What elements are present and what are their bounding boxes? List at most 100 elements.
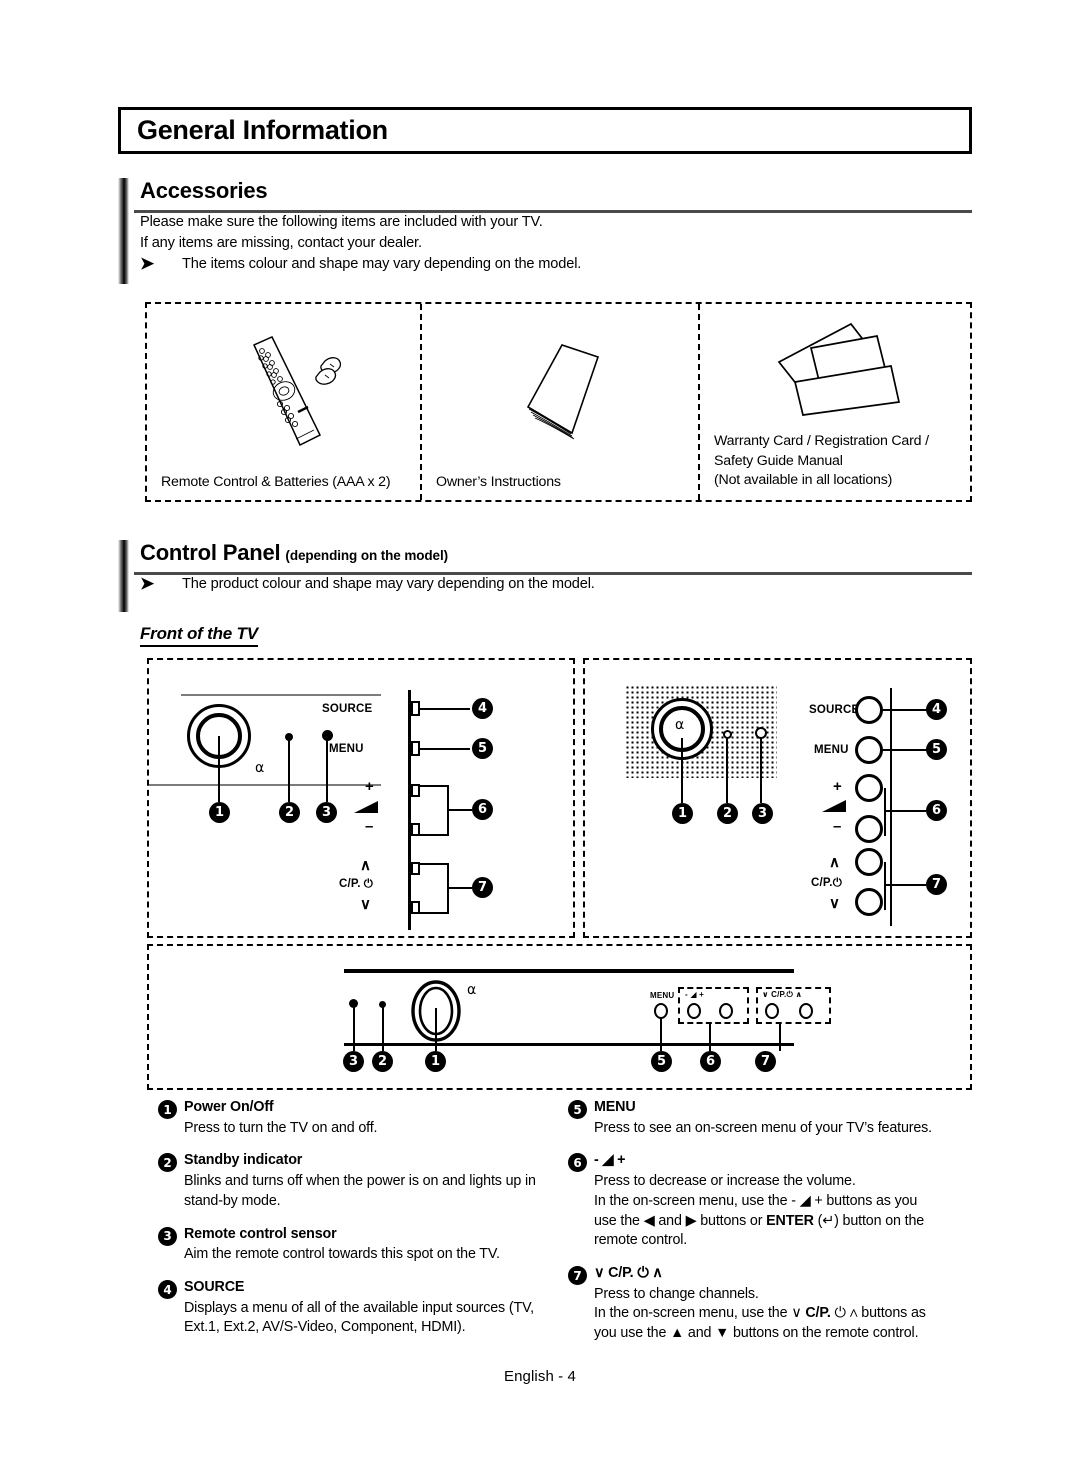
control-panel-accent-bar (118, 540, 129, 612)
button-source[interactable] (855, 696, 883, 724)
leader-line-5 (660, 1018, 662, 1051)
leader-line-3 (760, 738, 762, 803)
callout-badge-6: 6 (926, 800, 947, 821)
legend-title-menu: MENU (594, 1099, 636, 1115)
legend-title-source: SOURCE (184, 1279, 245, 1296)
arrow-bullet-icon: ➤ (140, 253, 155, 273)
button-menu[interactable] (654, 1003, 668, 1019)
volume-wedge-icon: ◢ (690, 990, 697, 999)
legend-desc-power: Press to turn the TV on and off. (184, 1119, 378, 1136)
label-volume-minus: - (685, 990, 688, 999)
legend-body: Remote control sensor Aim the remote con… (184, 1225, 558, 1265)
label-menu: MENU (650, 991, 675, 1000)
accessory-label-remote: Remote Control & Batteries (AAA x 2) (161, 473, 391, 490)
warranty-cards-icon (714, 310, 962, 432)
leader-line-7 (884, 884, 926, 886)
accessories-intro-line-1: Please make sure the following items are… (140, 214, 543, 231)
label-channel-up: ∧ (795, 990, 803, 999)
button-channel-up[interactable] (799, 1003, 813, 1019)
label-cp-power-icon: ⏻ (363, 876, 373, 890)
volume-bracket-bottom (420, 834, 449, 836)
callout-badge-3: 3 (343, 1051, 364, 1072)
arrow-bullet-icon: ➤ (140, 574, 155, 594)
legend-title-volume: - ◢ + (594, 1152, 626, 1169)
accessories-section: Accessories Please make sure the followi… (118, 178, 972, 288)
manual-booklet-icon (436, 310, 690, 473)
leader-line-4 (420, 708, 470, 710)
button-channel-up[interactable] (411, 862, 420, 875)
button-volume-up[interactable] (855, 774, 883, 802)
button-volume-up[interactable] (411, 784, 420, 797)
legend-badge-col: 5 (568, 1098, 594, 1138)
label-cp: C/P.⏻ (811, 875, 842, 890)
label-volume-range: - ◢ + (685, 990, 704, 999)
callout-badge-5: 5 (651, 1051, 672, 1072)
button-channel-down[interactable] (855, 888, 883, 916)
leader-line-1 (218, 736, 220, 802)
legend-desc-channel-3: you use the ▲ and ▼ buttons on the remot… (594, 1325, 919, 1342)
cp-bracket-bottom (420, 912, 449, 914)
legend-desc-source: Displays a menu of all of the available … (184, 1299, 534, 1336)
callout-badge-2: 2 (372, 1051, 393, 1072)
callout-badge-2: 2 (279, 802, 300, 823)
accessory-label-cards: Warranty Card / Registration Card / Safe… (714, 432, 962, 492)
legend-badge-4: 4 (158, 1280, 177, 1300)
leader-line-3 (326, 738, 328, 802)
callout-badge-1: 1 (672, 803, 693, 824)
legend-badge-col: 6 (568, 1151, 594, 1251)
legend-title-power: Power On/Off (184, 1099, 274, 1115)
diagram-front-panel-type-c: ⍺ 3 2 1 MENU 5 - ◢ + 6 ∨ C/P.⏻ ∧ 7 (147, 944, 972, 1090)
legend-column-right: 5 MENU Press to see an on-screen menu of… (568, 1098, 972, 1357)
legend-badge-col: 1 (158, 1098, 184, 1138)
legend-enter-label: ENTER (766, 1212, 814, 1229)
callout-badge-4: 4 (926, 699, 947, 720)
button-channel-up[interactable] (855, 848, 883, 876)
label-cp-text: C/P. (339, 878, 361, 890)
leader-line-3 (353, 1006, 355, 1051)
button-source[interactable] (411, 701, 420, 716)
control-panel-heading-sub: (depending on the model) (285, 548, 449, 563)
button-volume-down[interactable] (855, 815, 883, 843)
legend-item-channel: 7 ∨ C/P. ⏻ ∧ Press to change channels. I… (568, 1264, 972, 1344)
callout-badge-5: 5 (926, 739, 947, 760)
button-menu[interactable] (855, 736, 883, 764)
page-footer: English - 4 (504, 1368, 576, 1385)
leader-line-5 (420, 748, 470, 750)
power-symbol-icon: ⍺ (255, 760, 265, 776)
volume-bracket-top (420, 785, 449, 787)
leader-line-1 (435, 1008, 437, 1051)
label-volume-plus: + (833, 778, 842, 795)
label-cp-text: C/P. (811, 877, 833, 889)
legend-desc-channel-1: Press to change channels. (594, 1285, 759, 1302)
button-menu[interactable] (411, 741, 420, 756)
label-channel-down: ∨ (360, 896, 372, 913)
legend-body: SOURCE Displays a menu of all of the ava… (184, 1278, 558, 1338)
legend-badge-col: 7 (568, 1264, 594, 1344)
control-panel-note: ➤ The product colour and shape may vary … (118, 574, 972, 595)
accessories-intro-line-2: If any items are missing, contact your d… (140, 235, 422, 252)
button-volume-down[interactable] (411, 823, 420, 836)
legend-desc-channel-2: In the on-screen menu, use the ∨ C/P. ⏻ … (594, 1304, 972, 1324)
leader-line-4 (881, 709, 927, 711)
power-symbol-icon: ⍺ (675, 717, 685, 733)
legend-item-volume: 6 - ◢ + Press to decrease or increase th… (568, 1151, 972, 1251)
legend-desc-channel-2c: ⏻ ∧ buttons as (830, 1305, 926, 1322)
cp-bracket-side (884, 862, 886, 910)
panel-side-edge (890, 688, 892, 926)
accessories-note-text: The items colour and shape may vary depe… (182, 255, 582, 272)
button-volume-up[interactable] (719, 1003, 733, 1019)
bezel-top-line (344, 969, 794, 973)
legend-badge-1: 1 (158, 1100, 177, 1119)
power-symbol-icon: ⍺ (467, 982, 477, 998)
label-channel-down: ∨ (829, 895, 841, 912)
legend-badge-col: 3 (158, 1225, 184, 1265)
legend-desc-volume-3: use the ◀ and ▶ buttons or ENTER (↵) but… (594, 1212, 972, 1232)
button-channel-down[interactable] (411, 901, 420, 914)
front-of-tv-heading: Front of the TV (140, 624, 258, 647)
button-volume-down[interactable] (687, 1003, 701, 1019)
cp-bracket-top (420, 863, 449, 865)
button-channel-down[interactable] (765, 1003, 779, 1019)
legend-cp-label: C/P. (805, 1305, 831, 1322)
label-menu: MENU (814, 744, 849, 756)
accessory-label-cards-line-1: Warranty Card / Registration Card / (714, 433, 929, 450)
